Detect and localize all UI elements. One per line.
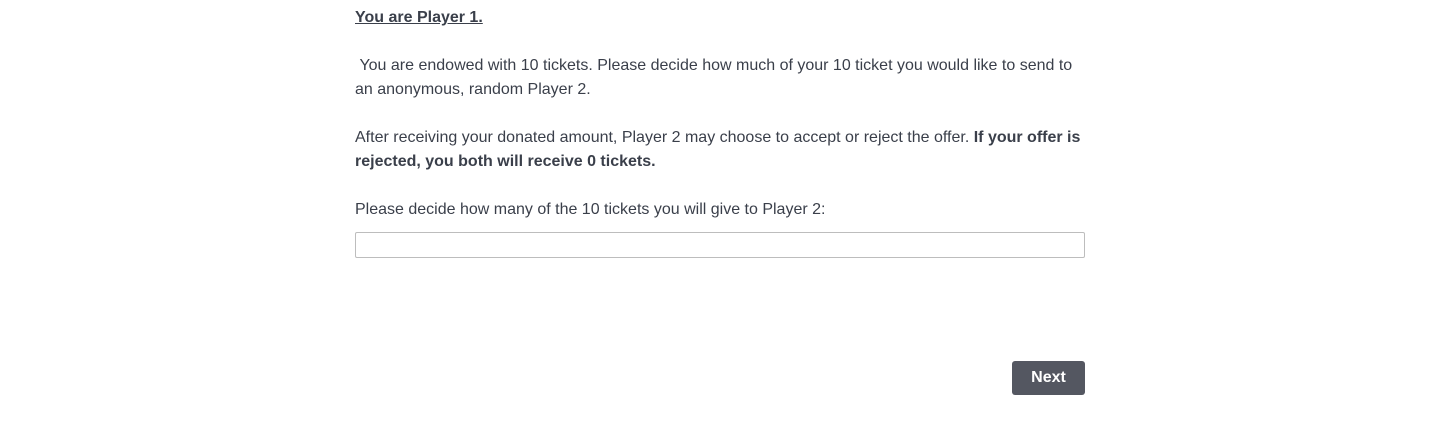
next-button[interactable]: Next [1012, 361, 1085, 395]
question-prompt: Please decide how many of the 10 tickets… [355, 201, 826, 218]
survey-question: You are Player 1. You are endowed with 1… [355, 6, 1085, 258]
question-heading: You are Player 1. [355, 9, 483, 26]
tickets-answer-input[interactable] [355, 232, 1085, 258]
rejection-paragraph-text: After receiving your donated amount, Pla… [355, 129, 974, 146]
endowment-paragraph: You are endowed with 10 tickets. Please … [355, 57, 1077, 98]
rejection-paragraph: After receiving your donated amount, Pla… [355, 126, 1085, 174]
